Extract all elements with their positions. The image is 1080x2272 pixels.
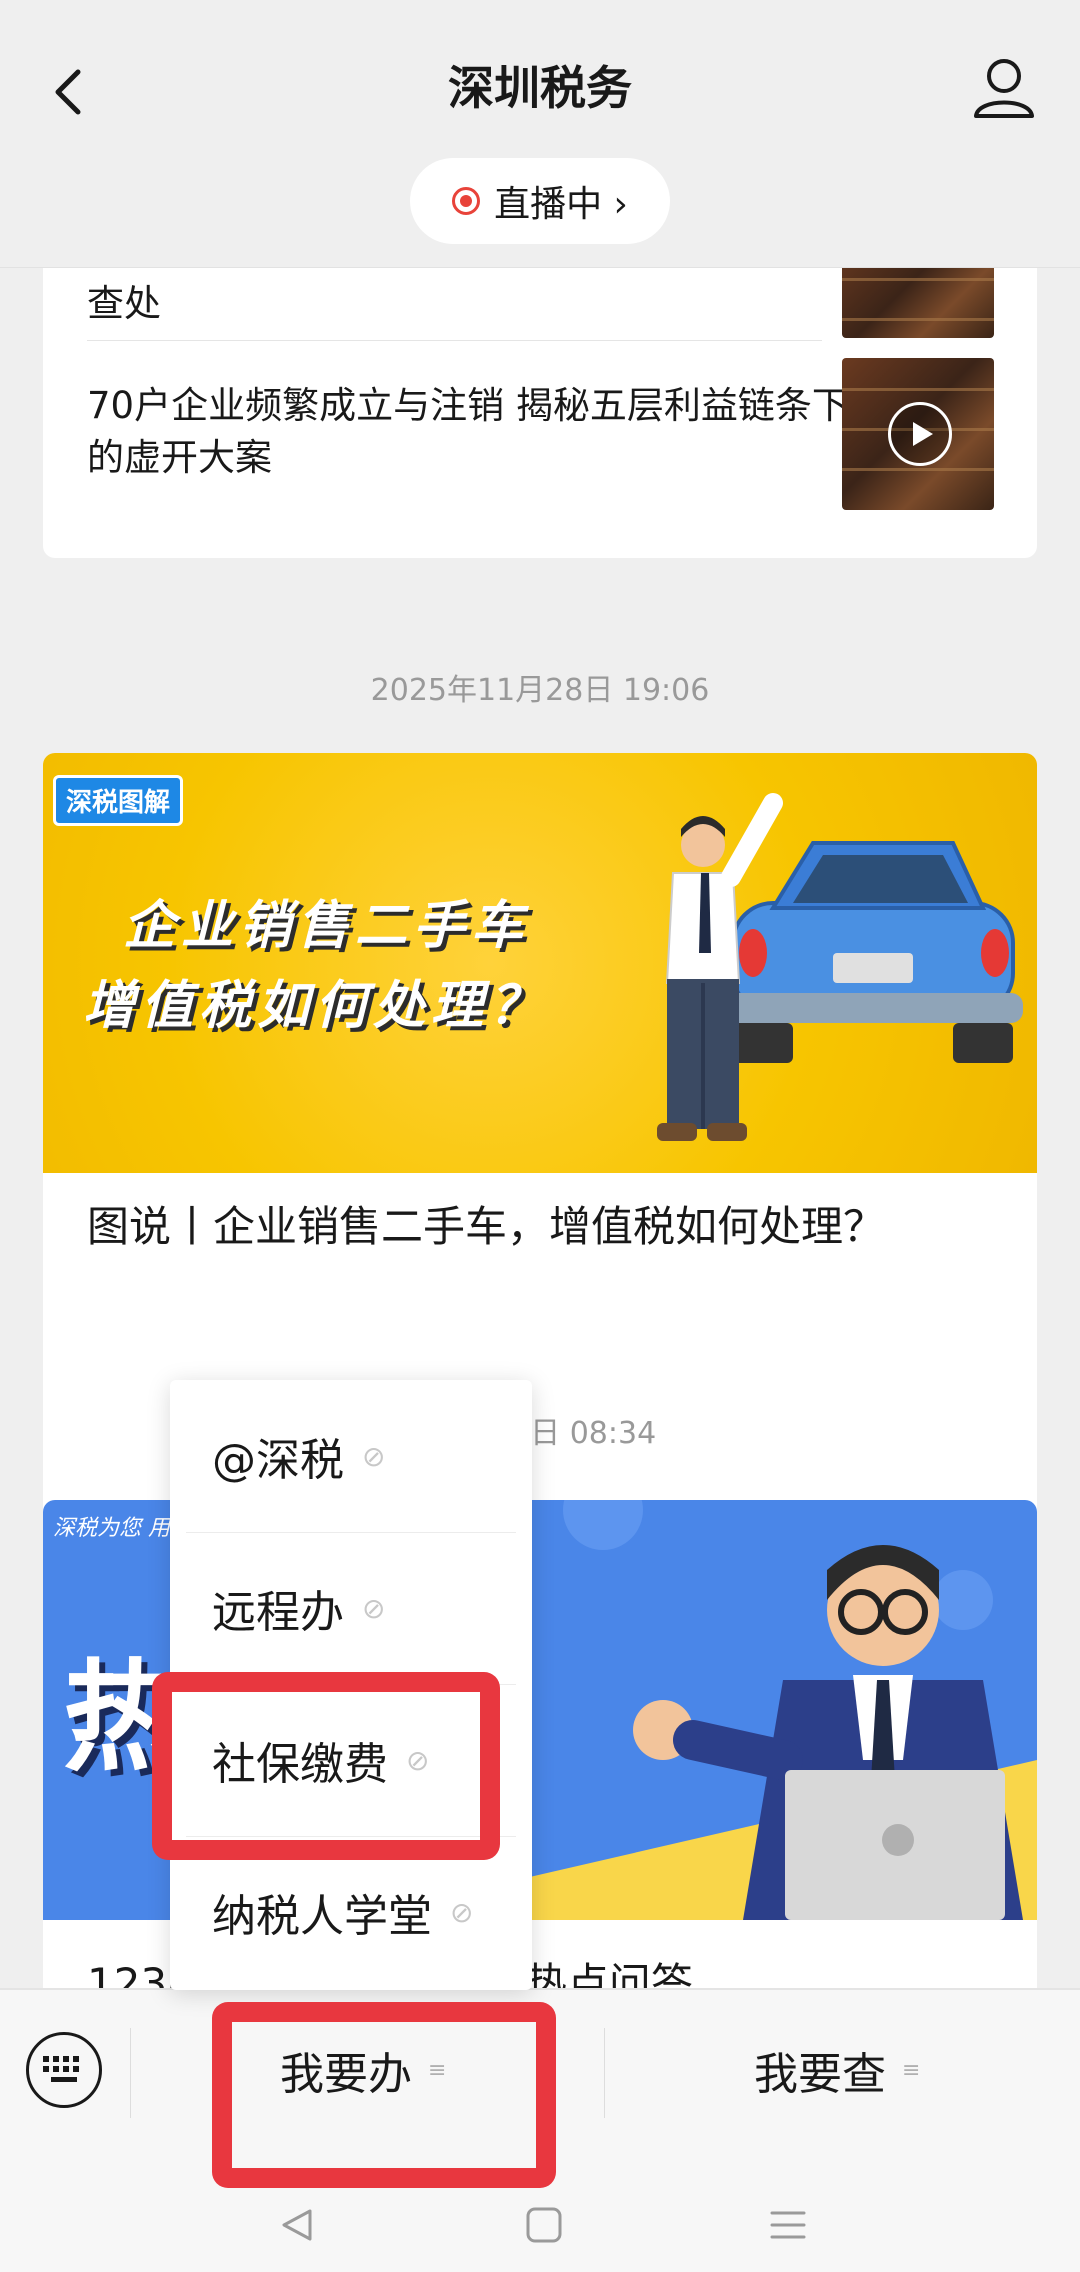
keyboard-icon <box>43 2056 79 2082</box>
menu-tab-label: 我要查 <box>754 2049 886 2100</box>
menu-item-shenshui[interactable]: @深税 ⊘ <box>170 1380 532 1532</box>
profile-button[interactable] <box>960 50 1040 130</box>
menu-tab-todo[interactable]: 我要办 ≡ <box>280 2038 446 2102</box>
menu-item-label: @深税 <box>212 1435 344 1486</box>
keyboard-toggle-button[interactable] <box>26 2032 102 2108</box>
system-recents-button[interactable] <box>758 2200 818 2250</box>
link-icon: ⊘ <box>362 1439 386 1473</box>
menu-item-label: 远程办 <box>212 1587 344 1638</box>
divider <box>87 340 822 341</box>
divider <box>130 2028 131 2118</box>
message-feed[interactable]: 查处 70户企业频繁成立与注销 揭秘五层利益链条下的虚开大案 2025年11月2… <box>0 268 1080 1988</box>
menu-tab-query[interactable]: 我要查 ≡ <box>754 2038 920 2102</box>
menu-item-taxpayer-school[interactable]: 纳税人学堂 ⊘ <box>170 1836 532 1988</box>
article-title: 70户企业频繁成立与注销 揭秘五层利益链条下的虚开大案 <box>87 384 849 479</box>
live-button[interactable]: 直播中 › <box>410 158 670 244</box>
page-title: 深圳税务 <box>448 61 632 115</box>
system-home-button[interactable] <box>514 2200 574 2250</box>
timestamp: 11月29日 08:34 <box>423 1416 657 1451</box>
article-item[interactable]: 70户企业频繁成立与注销 揭秘五层利益链条下的虚开大案 <box>87 380 862 484</box>
play-icon <box>888 402 952 466</box>
link-icon: ⊘ <box>450 1895 474 1929</box>
brand-logo: 深税图解 <box>53 775 184 826</box>
menu-tab-label: 我要办 <box>280 2049 412 2100</box>
triangle-back-icon <box>282 2209 312 2241</box>
article-banner-image: 深税图解 企业销售二手车 增值税如何处理？ <box>43 753 1037 1173</box>
divider <box>604 2028 605 2118</box>
submenu-popup: @深税 ⊘ 远程办 ⊘ 社保缴费 ⊘ 纳税人学堂 ⊘ <box>170 1380 532 1990</box>
menu-item-label: 社保缴费 <box>212 1739 388 1790</box>
live-label: 直播中 › <box>494 184 628 225</box>
article-title: 查处 <box>87 282 161 325</box>
menu-lines-icon: ≡ <box>428 2057 447 2083</box>
article-title: 图说丨企业销售二手车，增值税如何处理？ <box>87 1202 886 1251</box>
menu-item-social-insurance[interactable]: 社保缴费 ⊘ <box>170 1684 532 1836</box>
menu-lines-icon: ≡ <box>902 2057 921 2083</box>
menu-item-remote-service[interactable]: 远程办 ⊘ <box>170 1532 532 1684</box>
man-with-car-illustration <box>657 793 1023 1141</box>
system-back-button[interactable] <box>268 2200 328 2250</box>
menu-lines-icon <box>770 2211 806 2239</box>
article-card[interactable]: 查处 70户企业频繁成立与注销 揭秘五层利益链条下的虚开大案 <box>43 268 1037 558</box>
live-indicator-icon <box>452 187 481 215</box>
square-home-icon <box>526 2207 562 2243</box>
menu-item-label: 纳税人学堂 <box>212 1891 432 1942</box>
timestamp: 2025年11月28日 19:06 <box>370 673 710 708</box>
video-thumbnail[interactable] <box>842 358 994 510</box>
bottom-menu-bar: 我要办 ≡ 我要查 ≡ <box>0 1988 1080 2272</box>
top-bar: 深圳税务 直播中 › <box>0 0 1080 268</box>
article-item[interactable]: 查处 <box>87 278 862 330</box>
article-thumbnail <box>842 268 994 338</box>
banner-headline: 企业销售二手车 <box>123 896 530 956</box>
link-icon: ⊘ <box>362 1591 386 1625</box>
banner-headline: 增值税如何处理？ <box>83 976 548 1036</box>
link-icon: ⊘ <box>406 1743 430 1777</box>
person-icon <box>974 59 1034 118</box>
